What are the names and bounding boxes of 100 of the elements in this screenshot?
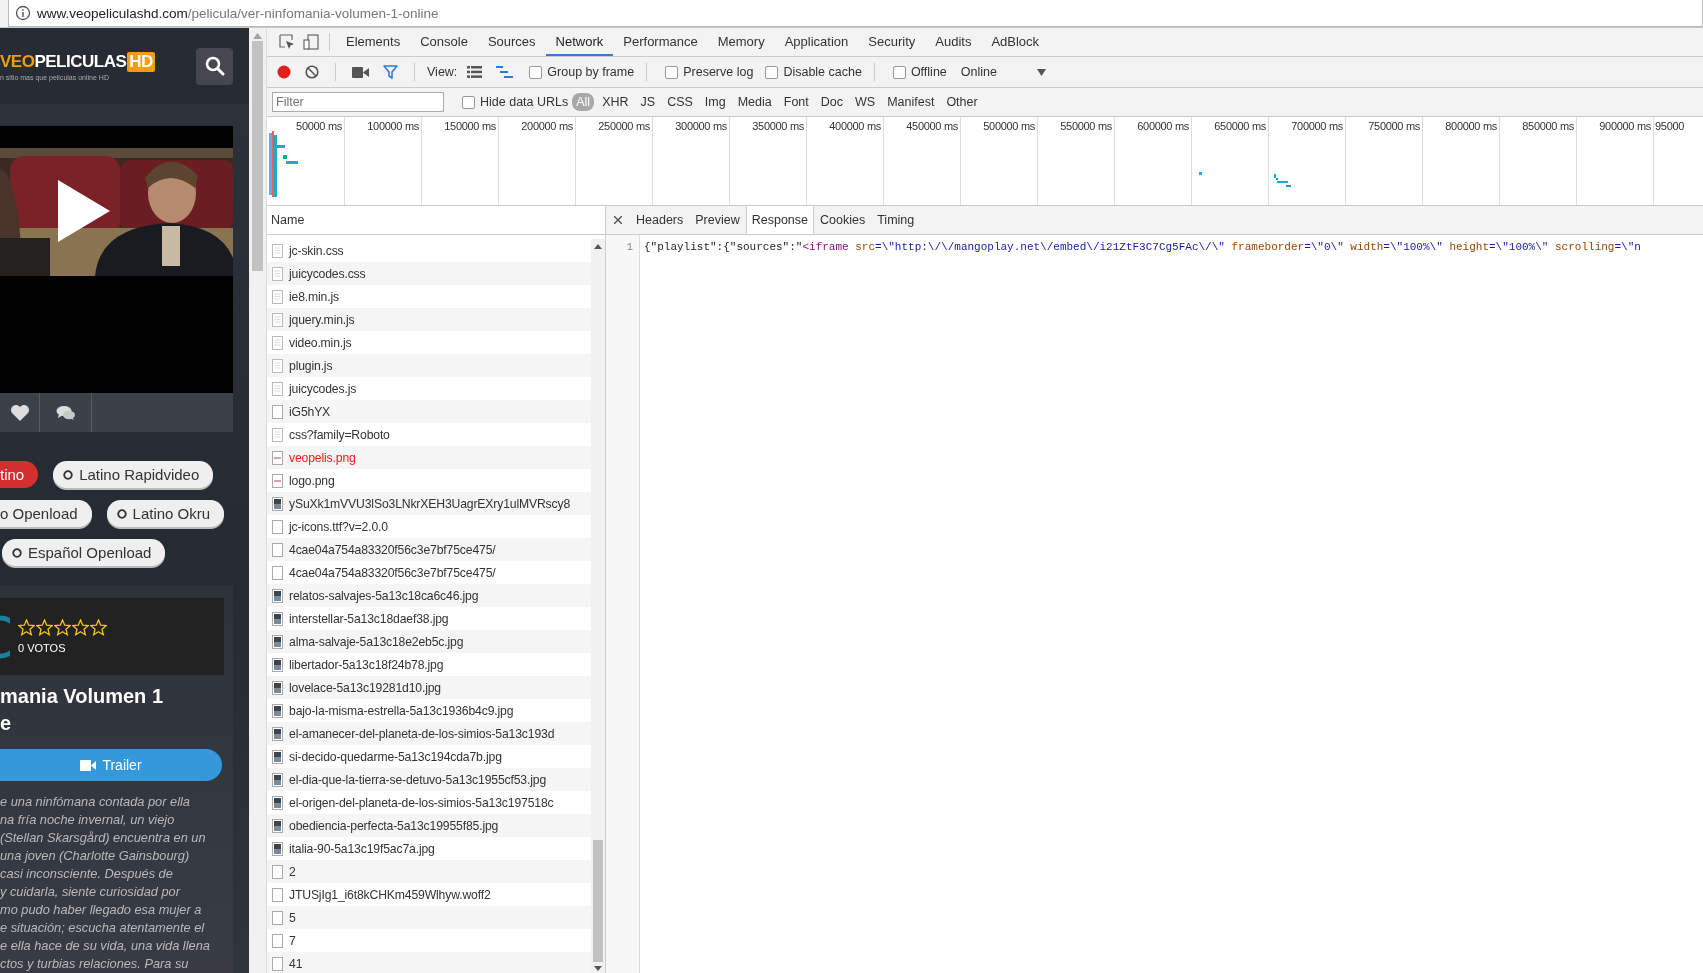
server-button[interactable]: Español Openload bbox=[2, 539, 166, 566]
type-filter[interactable]: Manifest bbox=[883, 93, 939, 111]
request-row[interactable]: interstellar-5a13c18daef38.jpg bbox=[267, 607, 591, 630]
request-row[interactable]: 4cae04a754a83320f56c3e7bf75ce475/ bbox=[267, 538, 591, 561]
type-filter[interactable]: Font bbox=[779, 93, 813, 111]
thumbnail-icon bbox=[272, 749, 283, 764]
request-row[interactable]: 7 bbox=[267, 929, 591, 952]
video-camera-icon bbox=[80, 759, 97, 771]
request-row[interactable]: video.min.js bbox=[267, 331, 591, 354]
request-row[interactable]: logo.png bbox=[267, 469, 591, 492]
address-field[interactable]: www.veopeliculashd.com/pelicula/ver-ninfomania-volumen-1-online bbox=[8, 0, 1703, 27]
server-button[interactable]: o Openload bbox=[0, 500, 92, 527]
url-host: www.veopeliculashd.com bbox=[37, 5, 188, 21]
type-filter[interactable]: CSS bbox=[663, 93, 697, 111]
request-row[interactable]: bajo-la-misma-estrella-5a13c1936b4c9.jpg bbox=[267, 699, 591, 722]
panel-tab[interactable]: Sources bbox=[477, 28, 546, 56]
type-filter[interactable]: Media bbox=[733, 93, 776, 111]
video-player[interactable] bbox=[0, 126, 233, 394]
detail-tab[interactable]: Cookies bbox=[814, 206, 872, 234]
list-icon bbox=[467, 66, 483, 78]
request-row[interactable]: iG5hYX bbox=[267, 400, 591, 423]
detail-tab[interactable]: Preview bbox=[689, 206, 746, 234]
server-button[interactable]: Latino Okru bbox=[106, 500, 225, 527]
option-checkbox[interactable]: Group by frame bbox=[529, 65, 635, 79]
type-filter[interactable]: XHR bbox=[598, 93, 633, 111]
tick-label: 250000 ms bbox=[598, 120, 650, 132]
site-logo[interactable]: VEOPELICULAS HD bbox=[0, 51, 155, 72]
blank-file-icon bbox=[272, 933, 283, 948]
detail-tab[interactable]: Timing bbox=[871, 206, 921, 234]
option-checkbox[interactable]: Offline bbox=[892, 65, 947, 79]
vote-count: 0 VOTOS bbox=[18, 642, 67, 654]
synopsis-line: (Stellan Skarsgård) encuentra en un bbox=[0, 829, 207, 847]
request-row[interactable]: jc-icons.ttf?v=2.0.0 bbox=[267, 515, 591, 538]
request-row[interactable]: ySuXk1mVVU3lSo3LNkrXEH3UagrEXry1ulMVRscy8 bbox=[267, 492, 591, 515]
synopsis-line: na fría noche invernal, un viejo bbox=[0, 811, 176, 829]
clear-icon bbox=[305, 65, 319, 79]
document-icon bbox=[272, 427, 283, 442]
blank-file-icon bbox=[272, 910, 283, 925]
panel-tab[interactable]: Performance bbox=[613, 28, 708, 56]
type-filter[interactable]: JS bbox=[636, 93, 660, 111]
thumbnail-icon bbox=[272, 703, 283, 718]
request-row[interactable]: italia-90-5a13c19f5ac7a.jpg bbox=[267, 837, 591, 860]
detail-tab[interactable]: Response bbox=[745, 206, 814, 234]
thumbnail-icon bbox=[272, 657, 283, 672]
panel-tab[interactable]: Console bbox=[410, 28, 478, 56]
request-row[interactable]: si-decido-quedarme-5a13c194cda7b.jpg bbox=[267, 745, 591, 768]
server-button[interactable]: tino bbox=[0, 461, 39, 488]
request-row[interactable]: relatos-salvajes-5a13c18ca6c46.jpg bbox=[267, 584, 591, 607]
detail-tab[interactable]: Headers bbox=[630, 206, 690, 234]
tick-label: 900000 ms bbox=[1599, 120, 1651, 132]
movie-title: e bbox=[0, 711, 13, 736]
record-icon bbox=[277, 65, 291, 79]
request-row[interactable]: veopelis.png bbox=[267, 446, 591, 469]
response-code-line: {"playlist":{"sources":"<iframe src=\"http:\/\/mangoplay.net\/embed\/i21ZtF3C7Cg5FAc\/\" frameborder=\"0\" width=\"100%\" height=\"100%\" scrolling=\"n bbox=[643, 240, 1641, 255]
type-filter[interactable]: WS bbox=[851, 93, 880, 111]
request-row[interactable]: juicycodes.js bbox=[267, 377, 591, 400]
tick-label: 750000 ms bbox=[1368, 120, 1420, 132]
request-row[interactable]: el-origen-del-planeta-de-los-simios-5a13c197518c bbox=[267, 791, 591, 814]
panel-tab[interactable]: AdBlock bbox=[981, 28, 1050, 56]
request-row[interactable]: JTUSjIg1_i6t8kCHKm459Wlhyw.woff2 bbox=[267, 883, 591, 906]
waterfall-overview-drawing bbox=[269, 131, 298, 197]
panel-tab[interactable]: Audits bbox=[925, 28, 982, 56]
request-row[interactable]: obediencia-perfecta-5a13c19955f85.jpg bbox=[267, 814, 591, 837]
panel-tab[interactable]: Security bbox=[858, 28, 926, 56]
request-row[interactable]: jc-skin.css bbox=[267, 239, 591, 262]
blank-file-icon bbox=[272, 864, 283, 879]
star-icon bbox=[54, 619, 71, 636]
tick-label: 95000 bbox=[1655, 120, 1685, 132]
request-row[interactable]: 5 bbox=[267, 906, 591, 929]
request-row[interactable]: 41 bbox=[267, 952, 591, 973]
throttling-dropdown[interactable]: Online bbox=[956, 59, 1050, 85]
type-filter[interactable]: Doc bbox=[816, 93, 847, 111]
scrollbar-thumb[interactable] bbox=[593, 840, 603, 962]
hide-data-urls-checkbox[interactable]: Hide data URLs bbox=[462, 95, 569, 109]
request-row[interactable]: el-dia-que-la-tierra-se-detuvo-5a13c1955cf53.jpg bbox=[267, 768, 591, 791]
panel-tab[interactable]: Elements bbox=[336, 28, 411, 56]
request-row[interactable]: 2 bbox=[267, 860, 591, 883]
info-icon bbox=[15, 5, 31, 21]
request-row[interactable]: jquery.min.js bbox=[267, 308, 591, 331]
request-row[interactable]: el-amanecer-del-planeta-de-los-simios-5a13c193d bbox=[267, 722, 591, 745]
search-button[interactable] bbox=[196, 47, 233, 85]
server-button[interactable]: Latino Rapidvideo bbox=[53, 461, 214, 488]
scrollbar-thumb[interactable] bbox=[252, 41, 263, 271]
option-checkbox[interactable]: Disable cache bbox=[765, 65, 862, 79]
option-checkbox[interactable]: Preserve log bbox=[665, 65, 754, 79]
thumbnail-icon bbox=[272, 726, 283, 741]
panel-tab[interactable]: Memory bbox=[707, 28, 775, 56]
request-row[interactable]: juicycodes.css bbox=[267, 262, 591, 285]
request-row[interactable]: lovelace-5a13c19281d10.jpg bbox=[267, 676, 591, 699]
star-rating[interactable] bbox=[18, 619, 107, 636]
filter-field[interactable]: Filter bbox=[272, 92, 444, 112]
type-filter[interactable]: Other bbox=[942, 93, 982, 111]
type-filter[interactable]: Img bbox=[700, 93, 730, 111]
request-row[interactable]: 4cae04a754a83320f56c3e7bf75ce475/ bbox=[267, 561, 591, 584]
request-row[interactable]: ie8.min.js bbox=[267, 285, 591, 308]
request-row[interactable]: libertador-5a13c18f24b78.jpg bbox=[267, 653, 591, 676]
request-row[interactable]: plugin.js bbox=[267, 354, 591, 377]
request-row[interactable]: alma-salvaje-5a13c18e2eb5c.jpg bbox=[267, 630, 591, 653]
panel-tab[interactable]: Application bbox=[774, 28, 859, 56]
request-row[interactable]: css?family=Roboto bbox=[267, 423, 591, 446]
